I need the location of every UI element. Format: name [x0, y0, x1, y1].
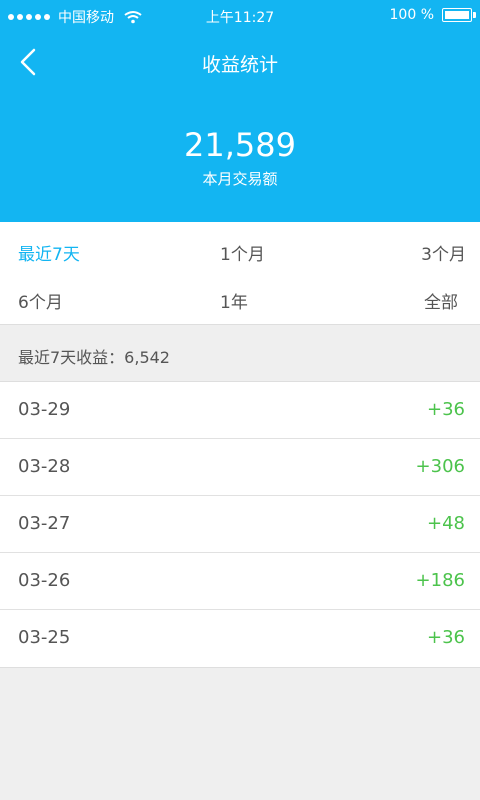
list-item[interactable]: 03-27 +48	[0, 496, 480, 553]
record-amount: +36	[427, 627, 465, 648]
filter-all[interactable]: 全部	[424, 288, 458, 313]
battery-icon	[442, 8, 476, 22]
nav-bar: 收益统计	[0, 32, 480, 92]
status-bar: 中国移动 上午11:27 100 %	[0, 0, 480, 32]
record-date: 03-28	[18, 456, 71, 477]
list-item[interactable]: 03-25 +36	[0, 610, 480, 667]
header: 中国移动 上午11:27 100 % 收益统计 21,589 本月交易额	[0, 0, 480, 222]
filter-3-months[interactable]: 3个月	[421, 240, 466, 265]
earnings-list: 03-29 +36 03-28 +306 03-27 +48 03-26 +18…	[0, 381, 480, 668]
list-item[interactable]: 03-26 +186	[0, 553, 480, 610]
filter-last-7-days[interactable]: 最近7天	[18, 240, 80, 265]
list-item[interactable]: 03-29 +36	[0, 382, 480, 439]
record-date: 03-27	[18, 513, 71, 534]
period-filter-group: 最近7天 1个月 3个月 6个月 1年 全部	[0, 222, 480, 325]
page-title: 收益统计	[201, 54, 278, 76]
record-date: 03-29	[18, 399, 71, 420]
monthly-volume-value: 21,589	[184, 126, 296, 164]
period-earnings-summary: 最近7天收益：6,542	[18, 348, 170, 367]
monthly-volume-label: 本月交易额	[202, 170, 278, 188]
filter-1-month[interactable]: 1个月	[220, 240, 265, 265]
filter-1-year[interactable]: 1年	[220, 288, 248, 313]
record-amount: +186	[415, 570, 465, 591]
battery-level: 100 %	[389, 7, 434, 23]
record-date: 03-26	[18, 570, 71, 591]
record-date: 03-25	[18, 627, 71, 648]
record-amount: +36	[427, 399, 465, 420]
record-amount: +306	[415, 456, 465, 477]
list-item[interactable]: 03-28 +306	[0, 439, 480, 496]
filter-6-months[interactable]: 6个月	[18, 288, 63, 313]
record-amount: +48	[427, 513, 465, 534]
